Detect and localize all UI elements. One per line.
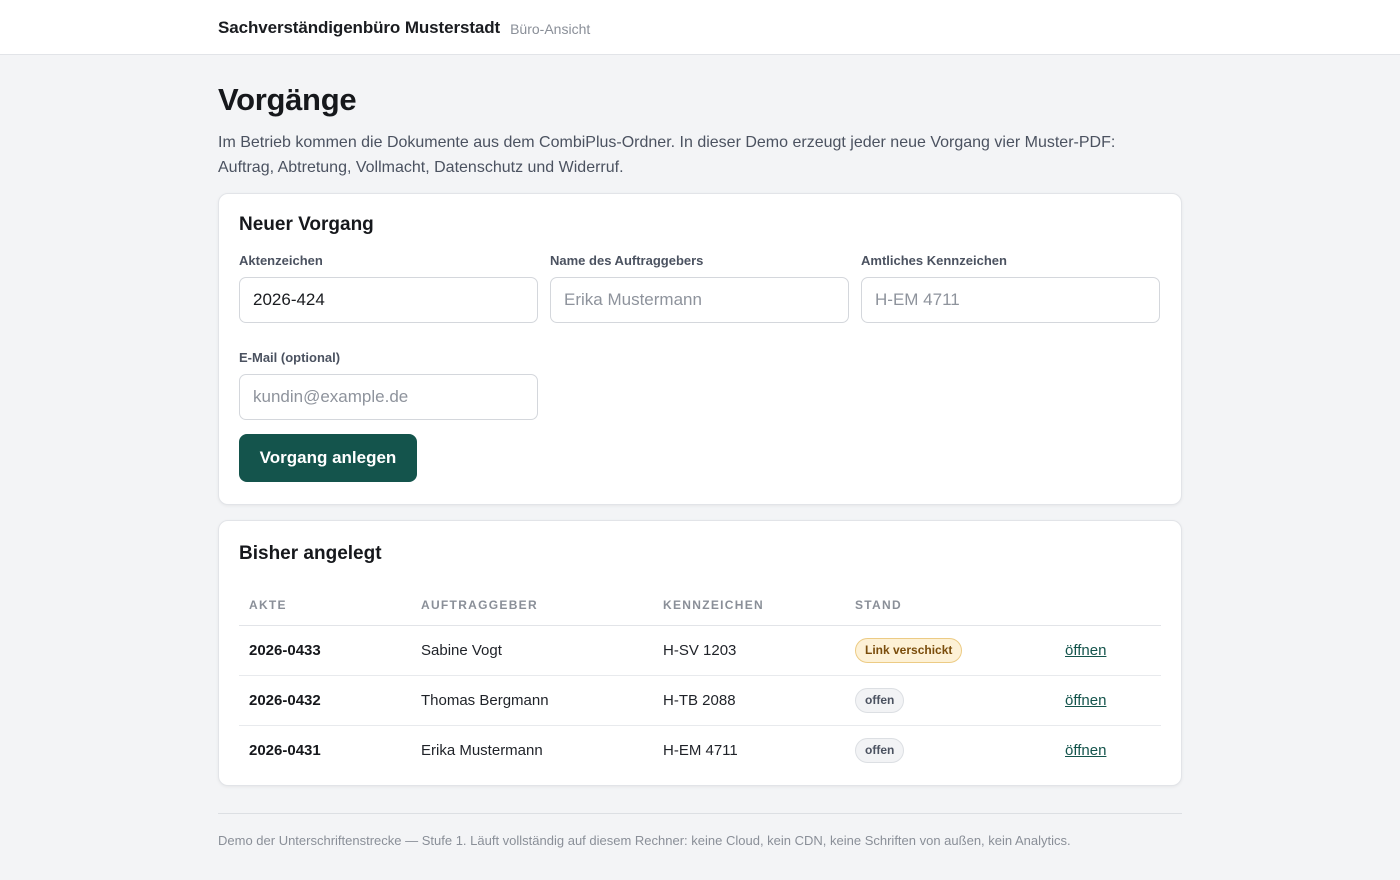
column-header-kennzeichen: KENNZEICHEN [653, 585, 845, 626]
footer: Demo der Unterschriftenstrecke — Stufe 1… [218, 813, 1182, 848]
cell-action: öffnen [1055, 675, 1161, 726]
cell-action: öffnen [1055, 725, 1161, 775]
table-header-row: AKTE AUFTRAGGEBER KENNZEICHEN STAND [239, 585, 1161, 626]
cell-akte: 2026-0432 [239, 675, 411, 726]
cell-stand: offen [845, 725, 1055, 775]
table-row: 2026-0431 Erika Mustermann H-EM 4711 off… [239, 725, 1161, 775]
case-list-title: Bisher angelegt [239, 543, 382, 564]
column-header-stand: STAND [845, 585, 1055, 626]
case-table: AKTE AUFTRAGGEBER KENNZEICHEN STAND 2026… [239, 585, 1161, 775]
table-row: 2026-0433 Sabine Vogt H-SV 1203 Link ver… [239, 625, 1161, 676]
view-label: Büro-Ansicht [510, 20, 591, 37]
email-input[interactable] [239, 374, 538, 420]
cell-auftraggeber: Sabine Vogt [411, 625, 653, 676]
status-badge: offen [855, 687, 905, 713]
aktenzeichen-field-group: Aktenzeichen [239, 253, 538, 323]
cell-auftraggeber: Erika Mustermann [421, 741, 543, 759]
new-case-title: Neuer Vorgang [239, 214, 374, 235]
aktenzeichen-input[interactable] [239, 277, 538, 323]
top-bar-inner: Sachverständigenbüro Musterstadt Büro-An… [218, 0, 1182, 55]
aktenzeichen-label: Aktenzeichen [239, 253, 323, 268]
name-label: Name des Auftraggebers [550, 253, 704, 268]
column-header-akte: AKTE [239, 585, 411, 626]
kennzeichen-label: Amtliches Kennzeichen [861, 253, 1007, 268]
form-row-email: E-Mail (optional) [239, 350, 1161, 420]
case-list-card: Bisher angelegt AKTE AUFTRAGGEBER KENNZE… [218, 520, 1182, 786]
brand-name: Sachverständigenbüro Musterstadt [218, 17, 501, 37]
name-input[interactable] [550, 277, 849, 323]
cell-stand: offen [845, 675, 1055, 726]
cell-akte: 2026-0433 [239, 625, 411, 676]
cell-kennzeichen: H-SV 1203 [653, 625, 845, 676]
status-badge: Link verschickt [855, 637, 963, 663]
column-header-action [1055, 585, 1161, 626]
email-label: E-Mail (optional) [239, 350, 341, 365]
cell-auftraggeber: Thomas Bergmann [411, 675, 653, 726]
main-content: Vorgänge Im Betrieb kommen die Dokumente… [218, 82, 1182, 848]
page-title: Vorgänge [218, 82, 357, 117]
cell-akte: 2026-0431 [249, 741, 321, 759]
create-case-button[interactable]: Vorgang anlegen [239, 434, 417, 482]
new-case-card: Neuer Vorgang Aktenzeichen Name des Auft… [218, 193, 1182, 505]
footer-text: Demo der Unterschriftenstrecke — Stufe 1… [218, 833, 1071, 848]
top-bar: Sachverständigenbüro Musterstadt Büro-An… [0, 0, 1400, 55]
email-field-group: E-Mail (optional) [239, 350, 538, 420]
cell-kennzeichen: H-TB 2088 [653, 675, 845, 726]
cell-kennzeichen: H-EM 4711 [663, 741, 738, 759]
open-case-link[interactable]: öffnen [1065, 692, 1106, 709]
kennzeichen-input[interactable] [861, 277, 1160, 323]
open-case-link[interactable]: öffnen [1065, 642, 1106, 659]
cell-stand: Link verschickt [845, 625, 1055, 676]
intro-text: Im Betrieb kommen die Dokumente aus dem … [218, 134, 1116, 176]
name-field-group: Name des Auftraggebers [550, 253, 849, 323]
kennzeichen-field-group: Amtliches Kennzeichen [861, 253, 1160, 323]
column-header-auftraggeber: AUFTRAGGEBER [411, 585, 653, 626]
status-badge: offen [855, 737, 905, 763]
form-row-main: Aktenzeichen Name des Auftraggebers Amtl… [239, 253, 1161, 323]
open-case-link[interactable]: öffnen [1065, 742, 1106, 759]
table-row: 2026-0432 Thomas Bergmann H-TB 2088 offe… [239, 675, 1161, 726]
cell-action: öffnen [1055, 625, 1161, 676]
